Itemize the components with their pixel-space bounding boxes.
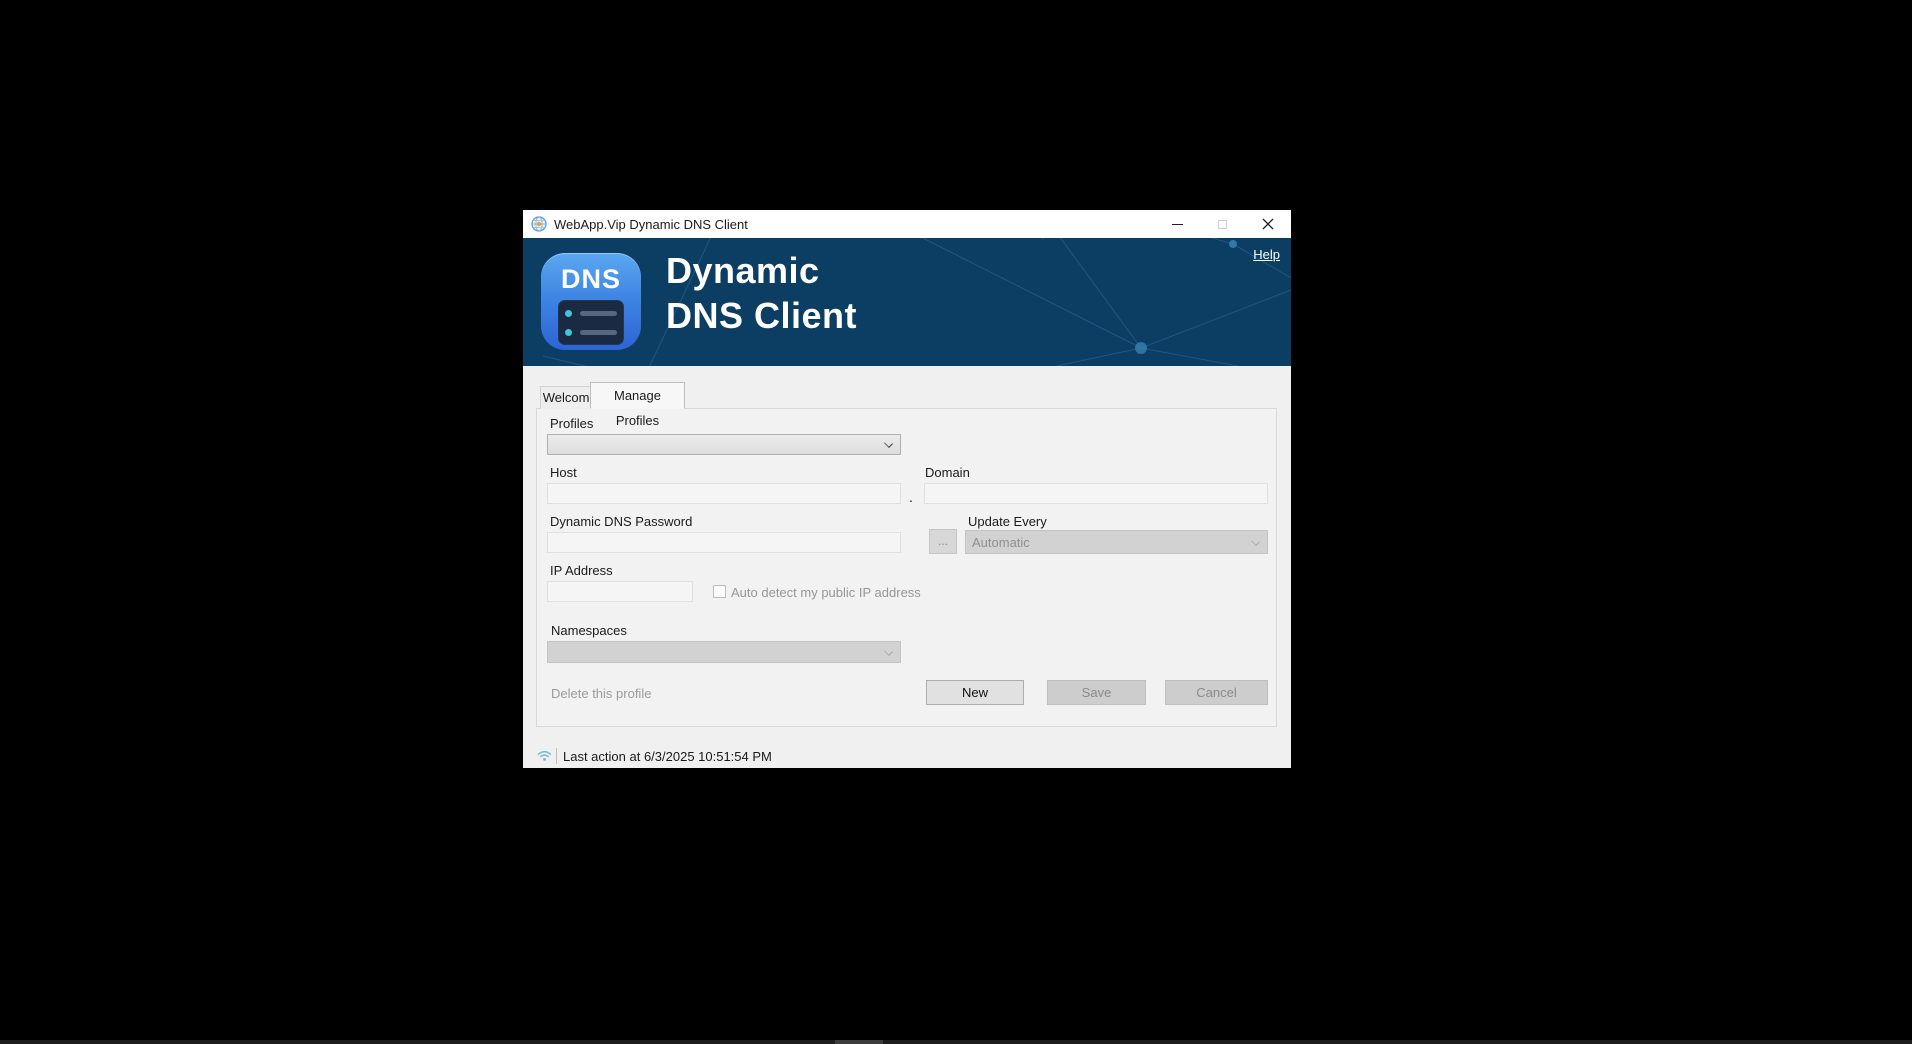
profiles-label: Profiles — [550, 416, 594, 431]
app-globe-icon — [531, 216, 547, 232]
update-every-value: Automatic — [972, 535, 1030, 550]
dns-logo: DNS — [541, 253, 641, 350]
update-every-dropdown: Automatic — [965, 530, 1268, 554]
chevron-down-icon — [884, 439, 893, 448]
namespaces-label: Namespaces — [551, 623, 627, 638]
auto-detect-label: Auto detect my public IP address — [731, 585, 921, 600]
wifi-status-icon — [537, 749, 552, 767]
tab-manage-profiles[interactable]: Manage Profiles — [590, 382, 685, 428]
save-button: Save — [1047, 680, 1146, 705]
server-led-icon — [565, 328, 572, 336]
host-label: Host — [550, 465, 577, 480]
caption-buttons — [1155, 210, 1290, 238]
chevron-down-icon — [884, 647, 893, 656]
chevron-down-icon — [1251, 537, 1260, 546]
domain-input — [924, 483, 1268, 504]
desktop: WebApp.Vip Dynamic DNS Client Help DNS D… — [0, 0, 1912, 1044]
hero-title: Dynamic DNS Client — [666, 248, 857, 338]
close-icon — [1262, 218, 1273, 230]
namespaces-dropdown — [547, 641, 901, 663]
minimize-icon — [1172, 223, 1183, 225]
app-window: WebApp.Vip Dynamic DNS Client Help DNS D… — [523, 210, 1291, 768]
server-icon — [558, 300, 624, 345]
update-every-label: Update Every — [968, 514, 1047, 529]
close-button[interactable] — [1245, 210, 1290, 238]
delete-profile-link: Delete this profile — [551, 686, 652, 701]
cancel-button: Cancel — [1165, 680, 1268, 705]
password-input — [547, 532, 901, 553]
statusbar-text: Last action at 6/3/2025 10:51:54 PM — [563, 749, 772, 764]
dns-logo-text: DNS — [560, 264, 621, 294]
host-input — [547, 483, 901, 504]
help-link[interactable]: Help — [1253, 247, 1280, 262]
host-domain-separator: . — [909, 489, 913, 505]
taskbar-hint-segment — [835, 1040, 883, 1044]
hero-title-line2: DNS Client — [666, 295, 858, 336]
header-banner: Help DNS Dynamic DNS Client — [523, 238, 1291, 366]
server-slot — [580, 329, 617, 335]
server-led-icon — [565, 309, 572, 317]
taskbar-hint — [0, 1040, 1912, 1044]
domain-label: Domain — [925, 465, 970, 480]
window-title: WebApp.Vip Dynamic DNS Client — [554, 217, 748, 232]
browse-button: ... — [929, 529, 957, 554]
password-label: Dynamic DNS Password — [550, 514, 693, 529]
auto-detect-checkbox — [713, 585, 726, 598]
statusbar: Last action at 6/3/2025 10:51:54 PM — [523, 744, 1291, 768]
new-button[interactable]: New — [926, 680, 1024, 705]
profiles-dropdown[interactable] — [547, 434, 901, 455]
hero-title-line1: Dynamic — [666, 250, 820, 291]
ip-address-input — [547, 581, 693, 602]
statusbar-separator — [556, 748, 557, 764]
manage-profiles-panel: Profiles Host . Domain Dynamic DNS Passw… — [536, 408, 1277, 727]
minimize-button[interactable] — [1155, 210, 1200, 238]
titlebar[interactable]: WebApp.Vip Dynamic DNS Client — [523, 210, 1291, 238]
ip-address-label: IP Address — [550, 563, 613, 578]
client-area: Welcome! Manage Profiles Profiles Host .… — [523, 366, 1291, 744]
server-slot — [580, 310, 617, 316]
maximize-button — [1200, 210, 1245, 238]
maximize-icon — [1218, 219, 1227, 229]
